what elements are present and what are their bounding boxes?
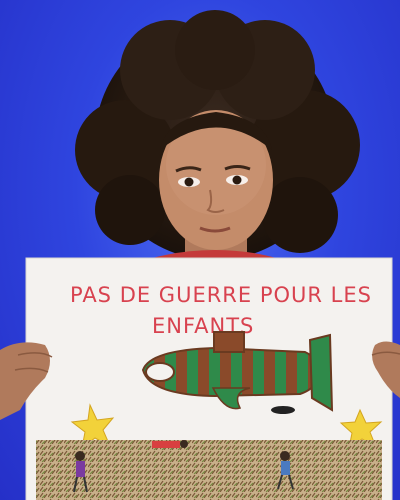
figure-drawing-middle xyxy=(152,440,188,448)
photo-scene: PAS DE GUERRE POUR LES ENFANTS xyxy=(0,10,400,500)
sign-text-line1: PAS DE GUERRE POUR LES xyxy=(70,283,372,307)
face xyxy=(159,110,273,250)
ground-drawing xyxy=(36,440,382,500)
photo: PAS DE GUERRE POUR LES ENFANTS xyxy=(0,0,400,500)
protest-sign: PAS DE GUERRE POUR LES ENFANTS xyxy=(25,257,393,500)
